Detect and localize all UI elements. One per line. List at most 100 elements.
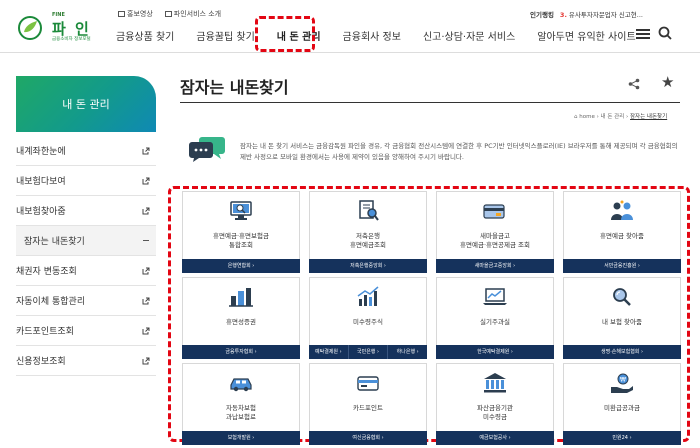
service-card-savings-bank[interactable]: 저축은행 휴면예금조회 저축은행중앙회 › <box>309 191 427 273</box>
service-link-bar: 금융투자협회 › <box>182 345 300 359</box>
service-link-bar: 생명·손해보험협회 › <box>563 345 681 359</box>
service-card-find-dormant[interactable]: 휴면예금 찾아줌 서민금융진흥원 › <box>563 191 681 273</box>
page-title: 잠자는 내돈찾기 <box>180 78 289 97</box>
service-card-label: 휴면예금 찾아줌 <box>600 232 644 240</box>
service-link[interactable]: 한국예탁결제원 › <box>436 345 554 359</box>
service-link[interactable]: 서민금융진흥원 › <box>563 259 681 273</box>
car-icon <box>230 378 252 392</box>
breadcrumb-sep: › <box>596 114 599 120</box>
service-link-bar: 저축은행중앙회 › <box>309 259 427 273</box>
search-icon[interactable] <box>658 26 672 40</box>
service-card-unrefunded-bills[interactable]: ₩ 미환급공과금 민원24 › <box>563 363 681 445</box>
menu-icon[interactable] <box>636 29 650 39</box>
fine-logo[interactable]: FINE 파 인 금융소비자 정보포털 <box>18 6 98 46</box>
service-card-dormant-securities[interactable]: 휴면성증권 금융투자협회 › <box>182 277 300 359</box>
sidebar-item-dormant-money[interactable]: 잠자는 내돈찾기 <box>16 226 156 256</box>
sidebar-item-find-insurance[interactable]: 내보험찾아줌 <box>16 196 156 226</box>
service-link-bar: 보험개발원 › <box>182 431 300 445</box>
service-card-car-insurance[interactable]: 자동차보험 과납보험료 보험개발원 › <box>182 363 300 445</box>
service-link[interactable]: 새마을금고중앙회 › <box>436 259 554 273</box>
service-link[interactable]: 보험개발원 › <box>182 431 300 445</box>
chat-bubble-icon <box>189 137 225 162</box>
service-link[interactable]: 국민은행 › <box>347 345 388 359</box>
service-card-label: 내 보험 찾아줌 <box>601 318 642 326</box>
service-link[interactable]: 예탁결제원 › <box>309 345 348 359</box>
document-search-icon <box>359 200 379 221</box>
nav-highlight-box <box>255 16 315 52</box>
main-nav: 금융상품 찾기 금융꿀팁 찾기 내 돈 관리 금융회사 정보 신고·상담·자문 … <box>116 22 658 48</box>
nav-report-consult[interactable]: 신고·상담·자문 서비스 <box>423 28 515 43</box>
service-link[interactable]: 생명·손해보험협회 › <box>563 345 681 359</box>
sidebar-item-card-points[interactable]: 카드포인트조회 <box>16 316 156 346</box>
nav-company-info[interactable]: 금융회사 정보 <box>343 28 401 43</box>
sidebar-item-label: 신용정보조회 <box>16 357 66 367</box>
service-intro-link[interactable]: 파인서비스 소개 <box>164 9 221 19</box>
promo-video-link[interactable]: 홍보영상 <box>118 9 153 19</box>
service-card-unclaimed-stock[interactable]: 미수령주식 예탁결제원 › 국민은행 › 하나은행 › <box>309 277 427 359</box>
sidebar-item-label: 카드포인트조회 <box>16 327 74 337</box>
sidebar-item-auto-transfer[interactable]: 자동이체 통합관리 <box>16 286 156 316</box>
service-link[interactable]: 예금보험공사 › <box>436 431 554 445</box>
service-card-label: 휴면성증권 <box>226 318 256 326</box>
sidebar-title: 내 돈 관리 <box>16 76 156 132</box>
service-link[interactable]: 은행연합회 › <box>182 259 300 273</box>
service-card-find-insurance[interactable]: 내 보험 찾아줌 생명·손해보험협회 › <box>563 277 681 359</box>
service-card-card-points[interactable]: 카드포인트 여신금융협회 › <box>309 363 427 445</box>
sidebar-item-credit-info[interactable]: 신용정보조회 <box>16 346 156 376</box>
home-icon[interactable]: ⌂ <box>574 114 578 120</box>
service-link-bar: 예금보험공사 › <box>436 431 554 445</box>
nav-useful-sites[interactable]: 알아두면 유익한 사이트 <box>537 28 635 43</box>
popular-ranking[interactable]: 인기랭킹 3. 유사투자자문업자 신고현... <box>530 9 643 19</box>
service-link-bar: 예탁결제원 › 국민은행 › 하나은행 › <box>309 345 427 359</box>
nav-product-search[interactable]: 금융상품 찾기 <box>116 28 174 43</box>
service-card-label: 자동차보험 과납보험료 <box>226 404 256 421</box>
service-link-bar: 서민금융진흥원 › <box>563 259 681 273</box>
service-link[interactable]: 하나은행 › <box>387 345 427 359</box>
bar-chart-icon <box>357 286 379 306</box>
service-card-label: 미환급공과금 <box>604 404 640 412</box>
service-link[interactable]: 민원24 › <box>563 431 681 445</box>
document-icon <box>164 11 172 17</box>
service-grid: 휴면예금·휴면보험금 통합조회 은행연합회 › 저축은행 휴면예금조회 저축은행중앙… <box>182 191 681 445</box>
ranking-title: 인기랭킹 <box>530 11 554 19</box>
minus-icon <box>143 240 149 241</box>
service-link[interactable]: 금융투자협회 › <box>182 345 300 359</box>
sidebar-item-creditor-change[interactable]: 채권자 변동조회 <box>16 256 156 286</box>
service-link[interactable]: 여신금융협회 › <box>309 431 427 445</box>
service-card-bankrupt-institution[interactable]: 파산금융기관 미수령금 예금보험공사 › <box>436 363 554 445</box>
service-card-stock-fruit[interactable]: 실기주과실 한국예탁결제원 › <box>436 277 554 359</box>
breadcrumb-sep: › <box>626 114 629 120</box>
share-icon[interactable] <box>628 78 640 90</box>
external-link-icon <box>142 207 150 214</box>
credit-card-icon <box>483 204 505 219</box>
breadcrumb-section[interactable]: 내 돈 관리 <box>601 114 625 120</box>
sidebar-item-label: 잠자는 내돈찾기 <box>24 237 85 247</box>
breadcrumb-home[interactable]: home <box>579 114 595 120</box>
service-link[interactable]: 저축은행중앙회 › <box>309 259 427 273</box>
external-link-icon <box>142 327 150 334</box>
sidebar-item-my-insurance[interactable]: 내보험다보여 <box>16 166 156 196</box>
service-link-bar: 한국예탁결제원 › <box>436 345 554 359</box>
promo-video-label: 홍보영상 <box>127 10 153 18</box>
breadcrumb: ⌂ home › 내 돈 관리 › 잠자는 내돈찾기 <box>574 112 667 120</box>
service-card-label: 미수령주식 <box>353 318 383 326</box>
header-divider <box>0 52 700 53</box>
external-link-icon <box>142 357 150 364</box>
service-card-label: 새마을금고 휴면예금·휴면공제금 조회 <box>460 232 530 249</box>
sidebar-item-label: 채권자 변동조회 <box>16 267 77 277</box>
service-link-bar: 새마을금고중앙회 › <box>436 259 554 273</box>
intro-text: 잠자는 내 돈 찾기 서비스는 금융감독원 파인을 경유, 각 금융협회 전산시… <box>240 142 678 162</box>
favorite-star-icon[interactable]: ★ <box>661 75 674 90</box>
service-card-saemaeul[interactable]: 새마을금고 휴면예금·휴면공제금 조회 새마을금고중앙회 › <box>436 191 554 273</box>
service-link-bar: 여신금융협회 › <box>309 431 427 445</box>
logo-leaf-icon <box>18 16 42 40</box>
service-link-bar: 민원24 › <box>563 431 681 445</box>
external-link-icon <box>142 297 150 304</box>
ranking-number: 3. <box>559 11 567 19</box>
bank-icon <box>484 373 506 393</box>
sidebar-item-my-account[interactable]: 내계좌한눈에 <box>16 136 156 166</box>
nav-finance-tips[interactable]: 금융꿀팁 찾기 <box>196 28 254 43</box>
laptop-chart-icon <box>483 288 507 305</box>
logo-tagline: 금융소비자 정보포털 <box>52 37 91 42</box>
service-card-integrated[interactable]: 휴면예금·휴면보험금 통합조회 은행연합회 › <box>182 191 300 273</box>
